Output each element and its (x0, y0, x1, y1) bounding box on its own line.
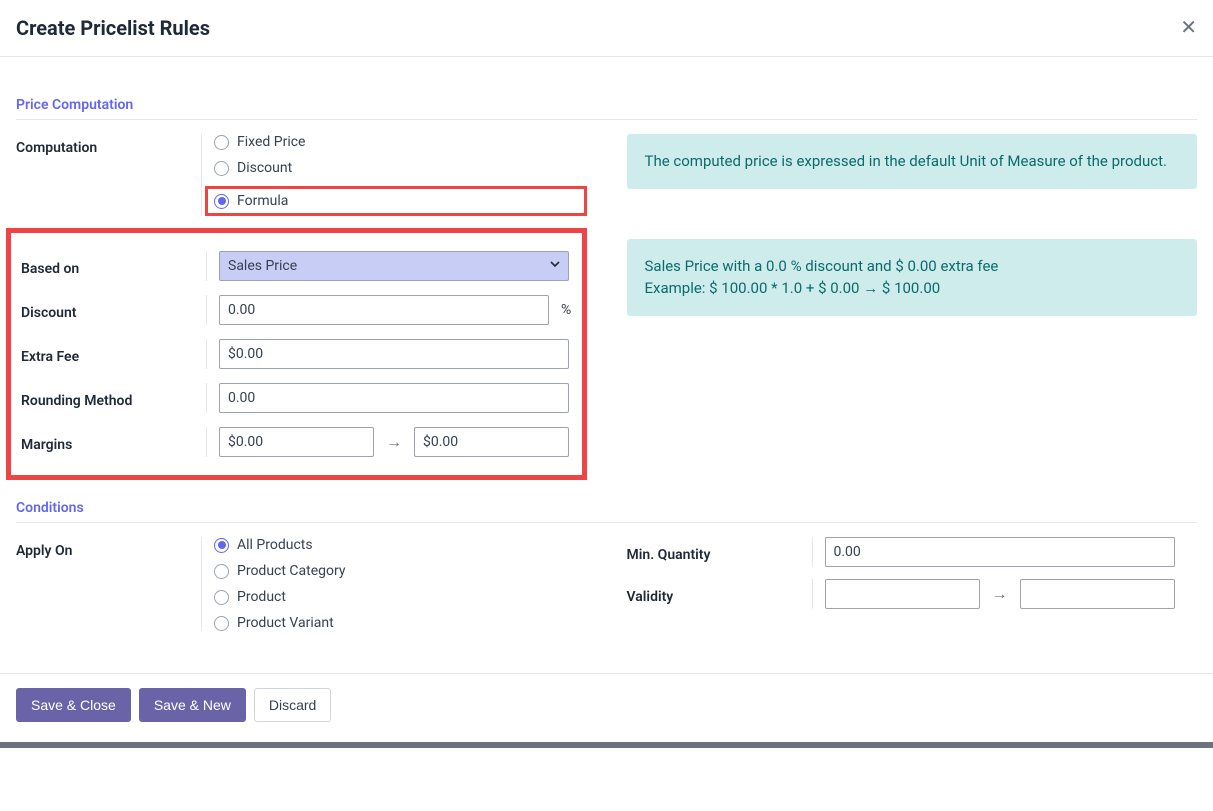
extra-fee-control (206, 339, 572, 369)
radio-icon (214, 564, 229, 579)
conditions-area: Apply On All Products Product Category (16, 537, 1197, 643)
highlight-formula: Formula (205, 186, 587, 216)
validity-row: Validity → (627, 579, 1198, 609)
computation-radios: Fixed Price Discount Formula (201, 134, 587, 216)
discard-button[interactable]: Discard (254, 688, 331, 722)
info-example-line1: Sales Price with a 0.0 % discount and $ … (645, 255, 1180, 278)
modal-footer: Save & Close Save & New Discard (0, 673, 1213, 742)
rounding-control (206, 383, 572, 413)
based-on-row: Based on Sales Price (21, 251, 572, 281)
save-new-button[interactable]: Save & New (139, 688, 246, 722)
radio-label: Product (237, 589, 286, 605)
min-qty-label: Min. Quantity (627, 541, 812, 563)
radio-product-category[interactable]: Product Category (214, 563, 587, 579)
computation-radio-group: Fixed Price Discount Formula (214, 134, 587, 216)
rounding-row: Rounding Method (21, 383, 572, 413)
radio-icon (214, 590, 229, 605)
computation-left-col: Computation Fixed Price Discount (16, 134, 587, 480)
extra-fee-row: Extra Fee (21, 339, 572, 369)
info-uom: The computed price is expressed in the d… (627, 134, 1198, 189)
info-example-line2: Example: $ 100.00 * 1.0 + $ 0.00 → $ 100… (645, 277, 1180, 300)
save-close-button[interactable]: Save & Close (16, 688, 131, 722)
min-qty-row: Min. Quantity (627, 537, 1198, 567)
apply-on-control: All Products Product Category Product (201, 537, 587, 631)
radio-label: All Products (237, 537, 313, 553)
radio-all-products[interactable]: All Products (214, 537, 587, 553)
discount-control: % (206, 295, 572, 325)
extra-fee-input[interactable] (219, 339, 569, 369)
validity-control: → (812, 579, 1198, 609)
arrow-right-icon: → (386, 432, 402, 452)
discount-row: Discount % (21, 295, 572, 325)
computation-right-col: The computed price is expressed in the d… (627, 134, 1198, 480)
info-uom-text: The computed price is expressed in the d… (645, 152, 1167, 170)
radio-icon (214, 194, 229, 209)
min-qty-input[interactable] (825, 537, 1175, 567)
apply-on-radio-group: All Products Product Category Product (214, 537, 587, 631)
min-qty-control (812, 537, 1198, 567)
radio-icon (214, 616, 229, 631)
radio-fixed-price[interactable]: Fixed Price (214, 134, 587, 150)
modal-title: Create Pricelist Rules (16, 16, 210, 40)
arrow-right-icon: → (992, 584, 1008, 604)
apply-on-row: Apply On All Products Product Category (16, 537, 587, 631)
computation-row: Computation Fixed Price Discount (16, 134, 587, 216)
info-example: Sales Price with a 0.0 % discount and $ … (627, 239, 1198, 316)
based-on-select[interactable]: Sales Price (219, 251, 569, 281)
modal-header: Create Pricelist Rules ✕ (0, 0, 1213, 57)
rounding-label: Rounding Method (21, 387, 206, 409)
discount-suffix: % (561, 302, 571, 318)
based-on-label: Based on (21, 255, 206, 277)
radio-label: Product Variant (237, 615, 334, 631)
discount-input[interactable] (219, 295, 549, 325)
margins-label: Margins (21, 431, 206, 453)
validity-from-input[interactable] (825, 579, 980, 609)
bottom-scrollbar (0, 742, 1213, 748)
section-conditions: Conditions (16, 500, 1197, 523)
extra-fee-label: Extra Fee (21, 343, 206, 365)
computation-label: Computation (16, 134, 201, 156)
conditions-left: Apply On All Products Product Category (16, 537, 587, 643)
radio-discount[interactable]: Discount (214, 160, 587, 176)
computation-area: Computation Fixed Price Discount (16, 134, 1197, 480)
margins-control: → (206, 427, 572, 457)
margin-min-input[interactable] (219, 427, 374, 457)
radio-icon (214, 161, 229, 176)
radio-product[interactable]: Product (214, 589, 587, 605)
validity-to-input[interactable] (1020, 579, 1175, 609)
margins-row: Margins → (21, 427, 572, 457)
close-button[interactable]: ✕ (1180, 18, 1197, 38)
radio-label: Fixed Price (237, 134, 305, 150)
apply-on-label: Apply On (16, 537, 201, 559)
radio-formula[interactable]: Formula (214, 193, 574, 209)
modal-body: Price Computation Computation Fixed Pric… (0, 57, 1213, 673)
based-on-control: Sales Price (206, 251, 572, 281)
validity-label: Validity (627, 583, 812, 605)
formula-settings: Based on Sales Price (21, 251, 572, 457)
radio-product-variant[interactable]: Product Variant (214, 615, 587, 631)
section-price-computation: Price Computation (16, 97, 1197, 120)
based-on-select-wrap: Sales Price (219, 251, 569, 281)
conditions-right: Min. Quantity Validity → (627, 537, 1198, 643)
radio-label: Formula (237, 193, 288, 209)
radio-label: Product Category (237, 563, 346, 579)
radio-label: Discount (237, 160, 292, 176)
discount-label: Discount (21, 299, 206, 321)
rounding-input[interactable] (219, 383, 569, 413)
highlight-formula-settings: Based on Sales Price (6, 228, 587, 480)
margin-max-input[interactable] (414, 427, 569, 457)
radio-icon (214, 538, 229, 553)
radio-icon (214, 135, 229, 150)
modal-create-pricelist-rules: Create Pricelist Rules ✕ Price Computati… (0, 0, 1213, 748)
